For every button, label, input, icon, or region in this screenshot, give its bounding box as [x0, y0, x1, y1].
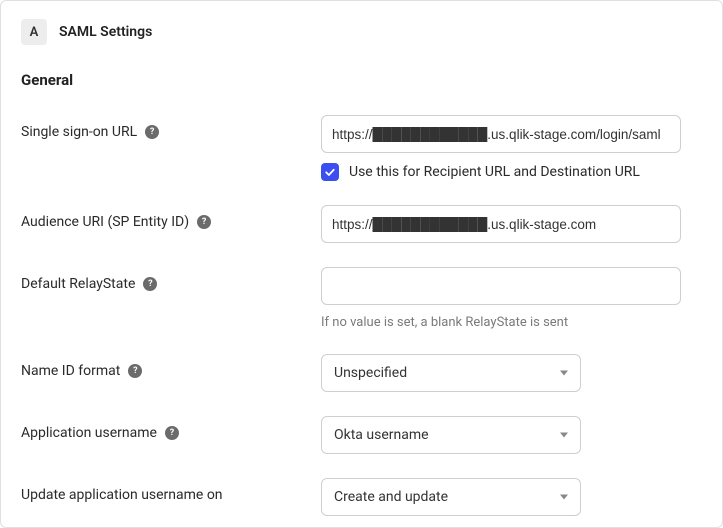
chevron-down-icon — [560, 371, 568, 376]
input-sso-url[interactable] — [321, 115, 681, 153]
section-title-general: General — [21, 71, 702, 89]
panel-title: SAML Settings — [59, 24, 152, 40]
checkbox-label: Use this for Recipient URL and Destinati… — [349, 164, 640, 180]
select-update-on[interactable]: Create and update — [321, 478, 581, 516]
label-name-id-format: Name ID format — [21, 363, 120, 379]
help-icon[interactable]: ? — [128, 364, 142, 378]
select-value: Unspecified — [334, 365, 407, 381]
chevron-down-icon — [560, 433, 568, 438]
label-app-username: Application username — [21, 425, 157, 441]
select-app-username[interactable]: Okta username — [321, 416, 581, 454]
row-name-id-format: Name ID format ? Unspecified — [21, 354, 702, 392]
label-sso-url: Single sign-on URL — [21, 124, 137, 140]
input-audience-uri[interactable] — [321, 205, 681, 243]
help-text-relay-state: If no value is set, a blank RelayState i… — [321, 315, 702, 330]
label-audience-uri: Audience URI (SP Entity ID) — [21, 214, 189, 230]
saml-settings-panel: A SAML Settings General Single sign-on U… — [0, 0, 723, 528]
help-icon[interactable]: ? — [143, 277, 157, 291]
help-icon[interactable]: ? — [165, 426, 179, 440]
row-audience-uri: Audience URI (SP Entity ID) ? — [21, 205, 702, 243]
checkbox-row-recipient: Use this for Recipient URL and Destinati… — [321, 163, 702, 181]
panel-header: A SAML Settings — [21, 19, 702, 45]
help-icon[interactable]: ? — [145, 125, 159, 139]
select-value: Okta username — [334, 427, 429, 443]
checkmark-icon — [324, 166, 336, 178]
panel-badge: A — [21, 19, 47, 45]
row-update-on: Update application username on Create an… — [21, 478, 702, 516]
select-value: Create and update — [334, 489, 448, 505]
select-name-id-format[interactable]: Unspecified — [321, 354, 581, 392]
row-sso-url: Single sign-on URL ? Use this for Recipi… — [21, 115, 702, 181]
checkbox-use-for-recipient[interactable] — [321, 163, 339, 181]
row-relay-state: Default RelayState ? If no value is set,… — [21, 267, 702, 330]
label-relay-state: Default RelayState — [21, 276, 135, 292]
help-icon[interactable]: ? — [197, 215, 211, 229]
label-update-on: Update application username on — [21, 487, 223, 503]
input-relay-state[interactable] — [321, 267, 681, 305]
row-app-username: Application username ? Okta username — [21, 416, 702, 454]
chevron-down-icon — [560, 495, 568, 500]
